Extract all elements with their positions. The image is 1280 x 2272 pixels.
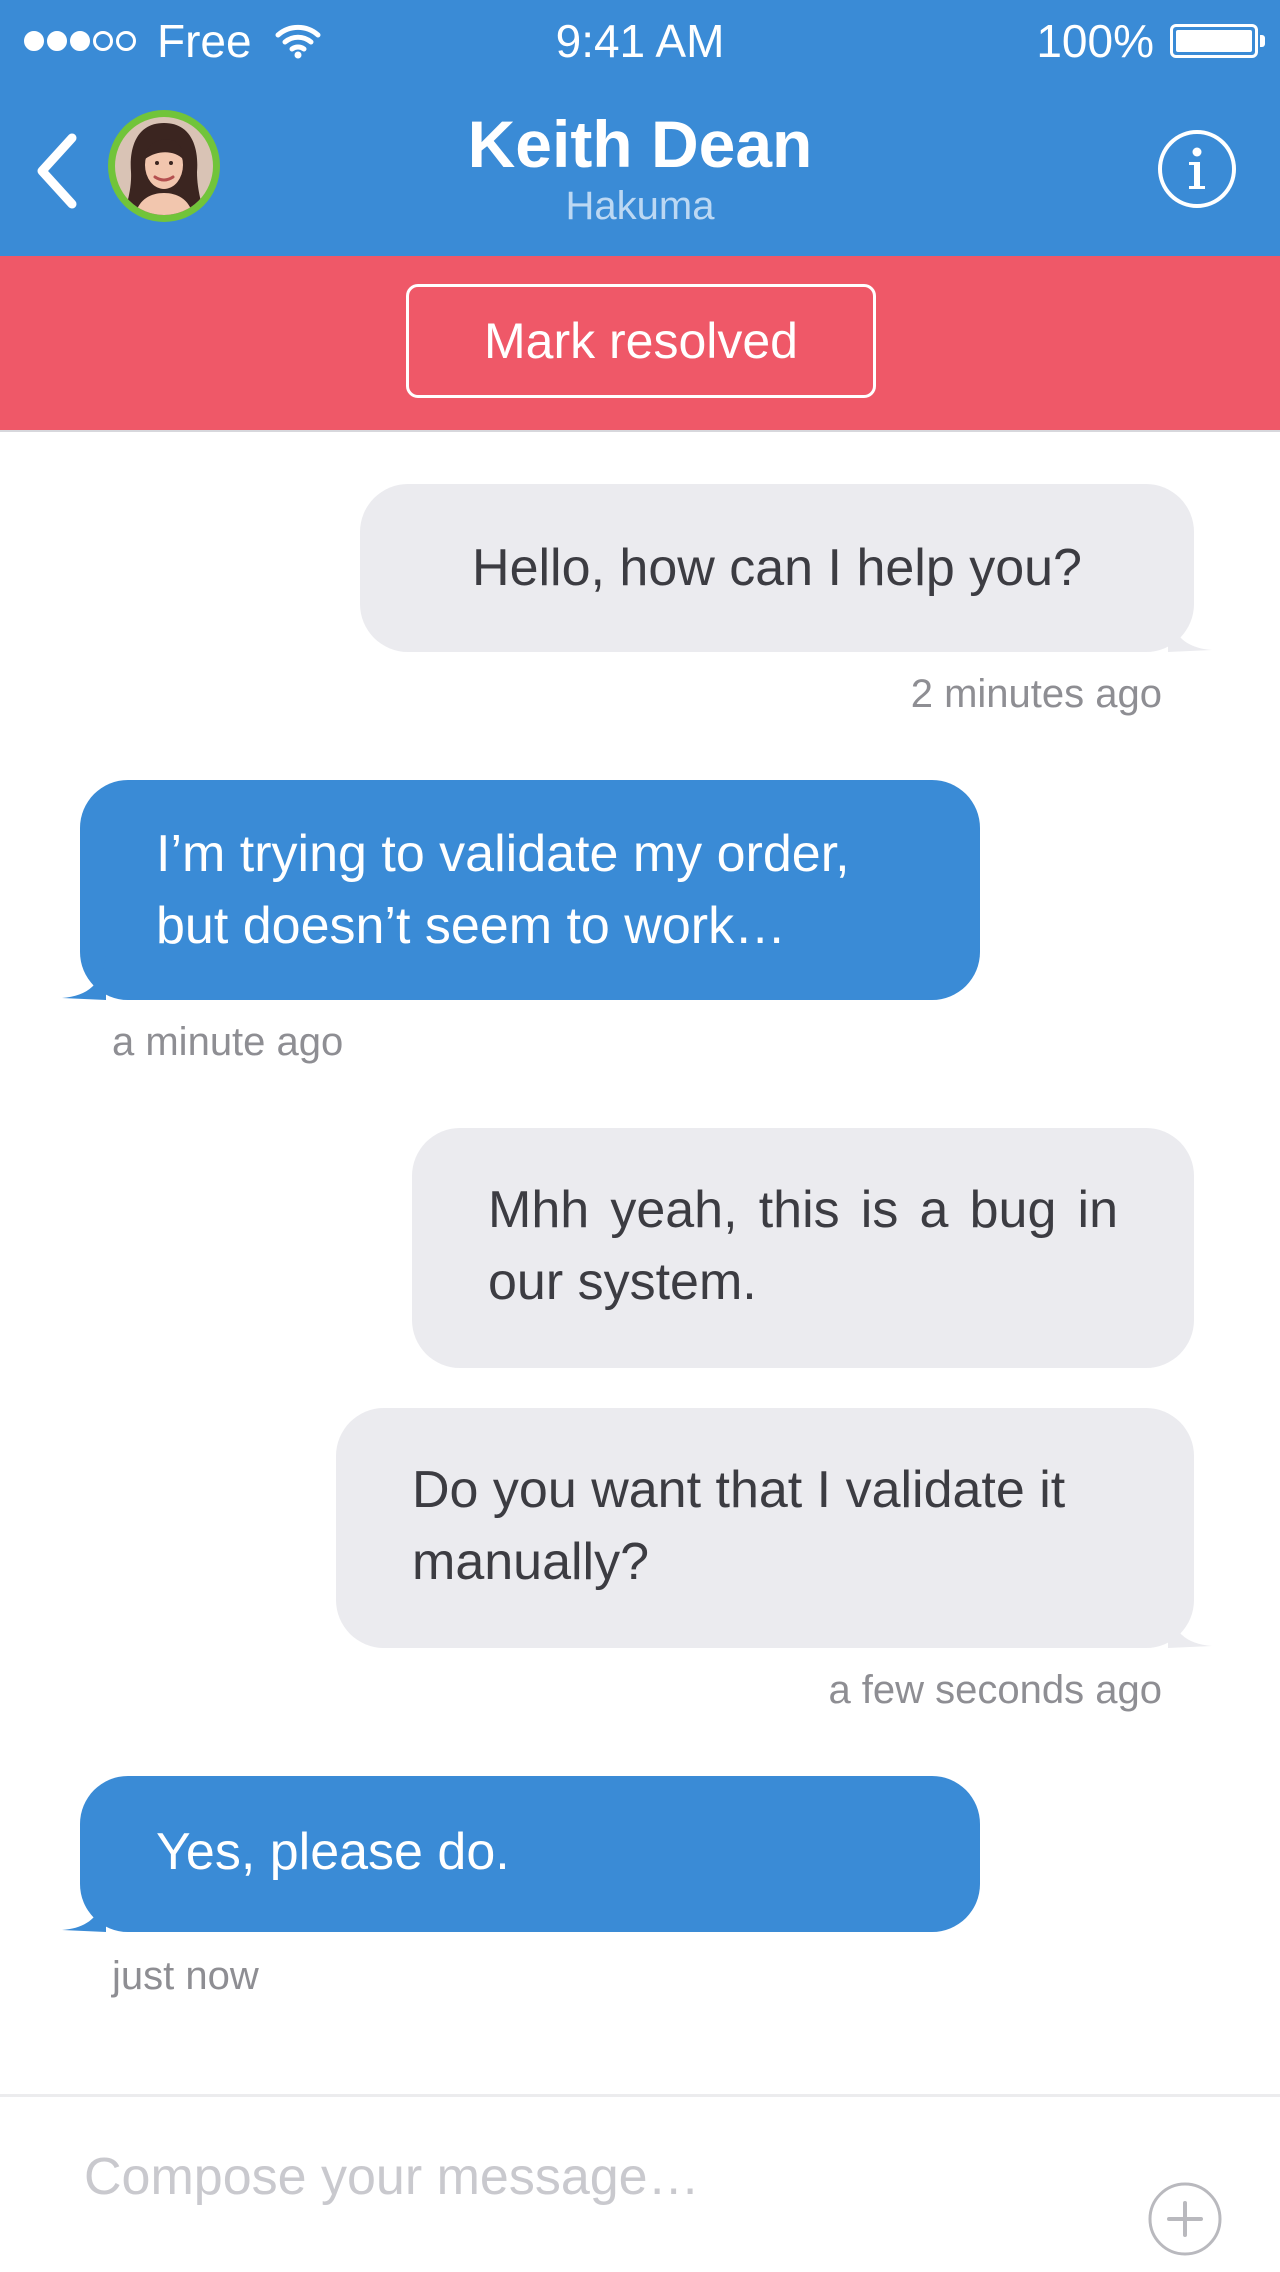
contact-name: Keith Dean [467, 107, 813, 181]
info-button[interactable] [1156, 128, 1238, 210]
message-timestamp: a minute ago [112, 1020, 344, 1064]
message-bubble-incoming: Yes, please do. [62, 1776, 980, 1932]
status-right: 100% [1036, 14, 1265, 68]
bubble-tail [1168, 608, 1212, 652]
conversation-title: Keith Dean Hakuma [0, 104, 1280, 228]
contact-company: Hakuma [565, 184, 715, 228]
mark-resolved-button[interactable]: Mark resolved [406, 284, 876, 398]
battery-icon [1170, 24, 1265, 58]
message-text: Do you want that I validate it manually? [412, 1461, 1066, 1591]
resolve-banner: Mark resolved [0, 256, 1280, 432]
message-timestamp: 2 minutes ago [910, 672, 1162, 716]
bubble-tail [1168, 1604, 1212, 1648]
message-bubble-outgoing: Hello, how can I help you? [360, 484, 1212, 652]
status-bar: Free 9:41 AM 100% [0, 0, 1280, 82]
message-text: Hello, how can I help you? [472, 539, 1082, 597]
message-bubble-incoming: I’m trying to validate my order, but doe… [62, 780, 980, 1000]
bubble-tail [62, 956, 106, 1000]
bubble-tail [62, 1888, 106, 1932]
compose-bar: Compose your message… [0, 2094, 1280, 2272]
compose-input[interactable]: Compose your message… [84, 2147, 984, 2207]
message-timestamp: a few seconds ago [828, 1668, 1162, 1712]
message-bubble-outgoing: Do you want that I validate it manually? [336, 1408, 1212, 1648]
battery-percent: 100% [1036, 15, 1154, 67]
message-text: I’m trying to validate my order, but doe… [156, 825, 850, 955]
message-timestamp: just now [112, 1954, 259, 1998]
message-text: Mhh yeah, this is a bug in our system. [488, 1181, 1118, 1311]
message-bubble-outgoing: Mhh yeah, this is a bug in our system. [412, 1128, 1194, 1368]
add-attachment-button[interactable] [1147, 2181, 1223, 2257]
message-text: Yes, please do. [156, 1823, 510, 1881]
nav-header: Free 9:41 AM 100% Keith Dean Hakuma [0, 0, 1280, 256]
